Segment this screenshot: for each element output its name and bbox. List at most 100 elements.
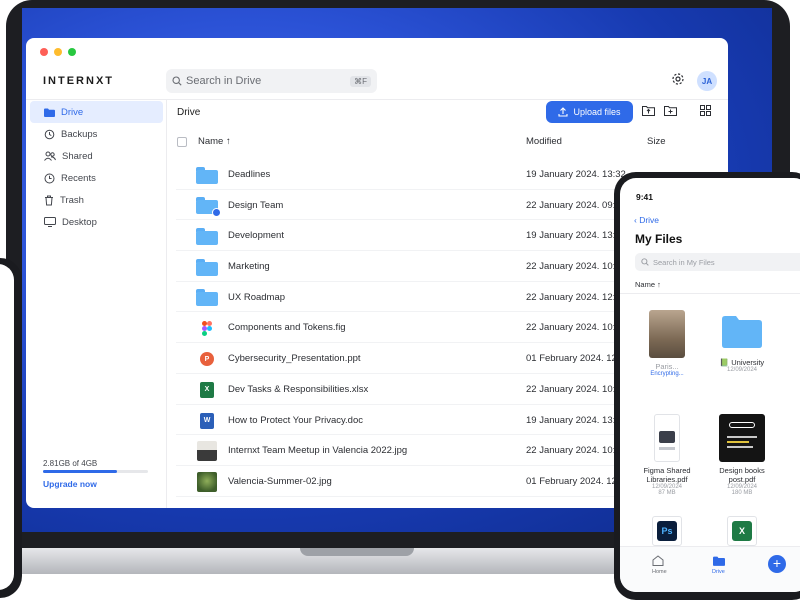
search-icon bbox=[641, 258, 649, 266]
maximize-window-button[interactable] bbox=[68, 48, 76, 56]
folder-icon bbox=[196, 258, 218, 276]
figma-file-icon bbox=[202, 320, 212, 336]
folder-icon bbox=[44, 108, 55, 117]
book-thumbnail bbox=[719, 414, 765, 462]
sidebar-item-label: Backups bbox=[61, 128, 98, 140]
status-time: 9:41 bbox=[636, 192, 654, 202]
file-name: UX Roadmap bbox=[228, 291, 286, 303]
tile-book[interactable]: Design books post.pdf 12/09/2024 180 MB bbox=[708, 414, 776, 496]
tile-xlsx[interactable]: X bbox=[708, 516, 776, 546]
sort-divider bbox=[620, 293, 800, 294]
file-icon: W bbox=[196, 411, 218, 431]
file-icon bbox=[196, 441, 218, 462]
upload-files-button[interactable]: Upload files bbox=[546, 101, 633, 123]
folder-icon bbox=[196, 289, 218, 307]
file-icon bbox=[196, 196, 221, 218]
breadcrumb[interactable]: Drive bbox=[177, 107, 200, 118]
back-button[interactable]: ‹ Drive bbox=[634, 215, 659, 225]
tile-pdf[interactable]: Figma Shared Libraries.pdf 12/09/2024 87… bbox=[633, 414, 701, 496]
tile-size: 87 MB bbox=[658, 490, 676, 496]
shared-badge-icon bbox=[212, 208, 221, 218]
image-thumbnail bbox=[197, 441, 217, 462]
tile-date: 12/09/2024 bbox=[726, 367, 758, 373]
sidebar-item-label: Drive bbox=[61, 106, 84, 118]
sidebar-item-trash[interactable]: Trash bbox=[30, 189, 163, 211]
file-modified: 19 January 2024. 13:25 bbox=[526, 414, 626, 426]
header-divider bbox=[26, 99, 728, 100]
sidebar-item-label: Shared bbox=[62, 150, 93, 162]
folder-icon bbox=[196, 197, 221, 218]
sidebar-divider bbox=[166, 100, 167, 508]
window-controls bbox=[40, 48, 76, 56]
monitor-icon bbox=[44, 217, 56, 227]
file-icon: P bbox=[196, 349, 218, 369]
storage-usage: 2.81GB of 4GB bbox=[43, 459, 98, 468]
tile-folder[interactable]: 📗 University 12/09/2024 bbox=[708, 316, 776, 373]
file-list-header: Name ↑ Modified Size bbox=[176, 134, 728, 152]
tile-photo[interactable]: Paris... Encrypting... bbox=[633, 310, 701, 377]
search-input[interactable] bbox=[186, 75, 351, 87]
powerpoint-file-icon: P bbox=[200, 352, 214, 367]
word-file-icon: W bbox=[200, 412, 214, 429]
file-icon bbox=[196, 257, 218, 277]
upload-files-label: Upload files bbox=[573, 107, 621, 117]
file-name: Development bbox=[228, 230, 284, 242]
photo-thumbnail bbox=[649, 310, 685, 358]
file-modified: 22 January 2024. 10:08 bbox=[526, 445, 626, 457]
trash-icon bbox=[45, 195, 53, 205]
tablet-search-input[interactable]: Search in My Files bbox=[635, 253, 800, 271]
sidebar-item-shared[interactable]: Shared bbox=[30, 145, 163, 167]
minimize-window-button[interactable] bbox=[54, 48, 62, 56]
grid-view-icon[interactable] bbox=[700, 105, 711, 116]
column-size[interactable]: Size bbox=[647, 136, 665, 147]
file-modified: 22 January 2024. 12:44 bbox=[526, 291, 626, 303]
image-thumbnail bbox=[197, 471, 217, 492]
laptop-notch bbox=[300, 548, 414, 556]
sidebar-item-recents[interactable]: Recents bbox=[30, 167, 163, 189]
page-title: My Files bbox=[635, 232, 683, 246]
sidebar-item-backups[interactable]: Backups bbox=[30, 123, 163, 145]
back-label: Drive bbox=[639, 215, 660, 225]
history-icon bbox=[44, 129, 55, 139]
pdf-thumbnail bbox=[654, 414, 680, 462]
sidebar-item-drive[interactable]: Drive bbox=[30, 101, 163, 123]
clock-icon bbox=[44, 173, 55, 183]
avatar[interactable]: JA bbox=[697, 71, 717, 91]
file-name: How to Protect Your Privacy.doc bbox=[228, 414, 363, 426]
folder-icon bbox=[713, 556, 725, 566]
upgrade-link[interactable]: Upgrade now bbox=[43, 479, 97, 489]
phone-frame bbox=[0, 258, 22, 598]
sort-control[interactable]: Name ↑ bbox=[635, 280, 661, 289]
file-icon: X bbox=[196, 380, 218, 400]
file-name: Marketing bbox=[228, 261, 270, 273]
nav-drive-label: Drive bbox=[712, 569, 725, 575]
excel-file-icon: X bbox=[727, 516, 757, 546]
close-window-button[interactable] bbox=[40, 48, 48, 56]
new-folder-icon[interactable] bbox=[664, 105, 677, 116]
users-icon bbox=[44, 151, 56, 161]
upload-folder-icon[interactable] bbox=[642, 105, 655, 116]
file-modified: 22 January 2024. 10:08 bbox=[526, 322, 626, 334]
column-name[interactable]: Name ↑ bbox=[198, 136, 231, 147]
tile-size: 180 MB bbox=[731, 490, 753, 496]
tile-psd[interactable]: Ps bbox=[633, 516, 701, 546]
sidebar-item-desktop[interactable]: Desktop bbox=[30, 211, 163, 233]
storage-bar-fill bbox=[43, 470, 117, 473]
home-icon bbox=[652, 555, 664, 566]
file-modified: 19 January 2024. 13:32 bbox=[526, 169, 626, 180]
column-modified[interactable]: Modified bbox=[526, 136, 562, 147]
sort-label: Name bbox=[635, 280, 656, 289]
phone-screen bbox=[0, 264, 14, 590]
add-button[interactable]: + bbox=[768, 555, 786, 573]
search-bar[interactable]: ⌘F bbox=[166, 69, 377, 93]
file-modified: 22 January 2024. 09:29 bbox=[526, 199, 626, 211]
file-icon bbox=[196, 165, 218, 185]
sort-arrow-icon: ↑ bbox=[225, 136, 231, 147]
file-icon bbox=[196, 288, 218, 308]
file-icon bbox=[196, 471, 218, 492]
gear-icon[interactable] bbox=[671, 72, 685, 86]
folder-icon bbox=[196, 227, 218, 245]
photoshop-file-icon: Ps bbox=[652, 516, 682, 546]
select-all-checkbox[interactable] bbox=[177, 137, 187, 147]
search-icon bbox=[172, 76, 182, 86]
